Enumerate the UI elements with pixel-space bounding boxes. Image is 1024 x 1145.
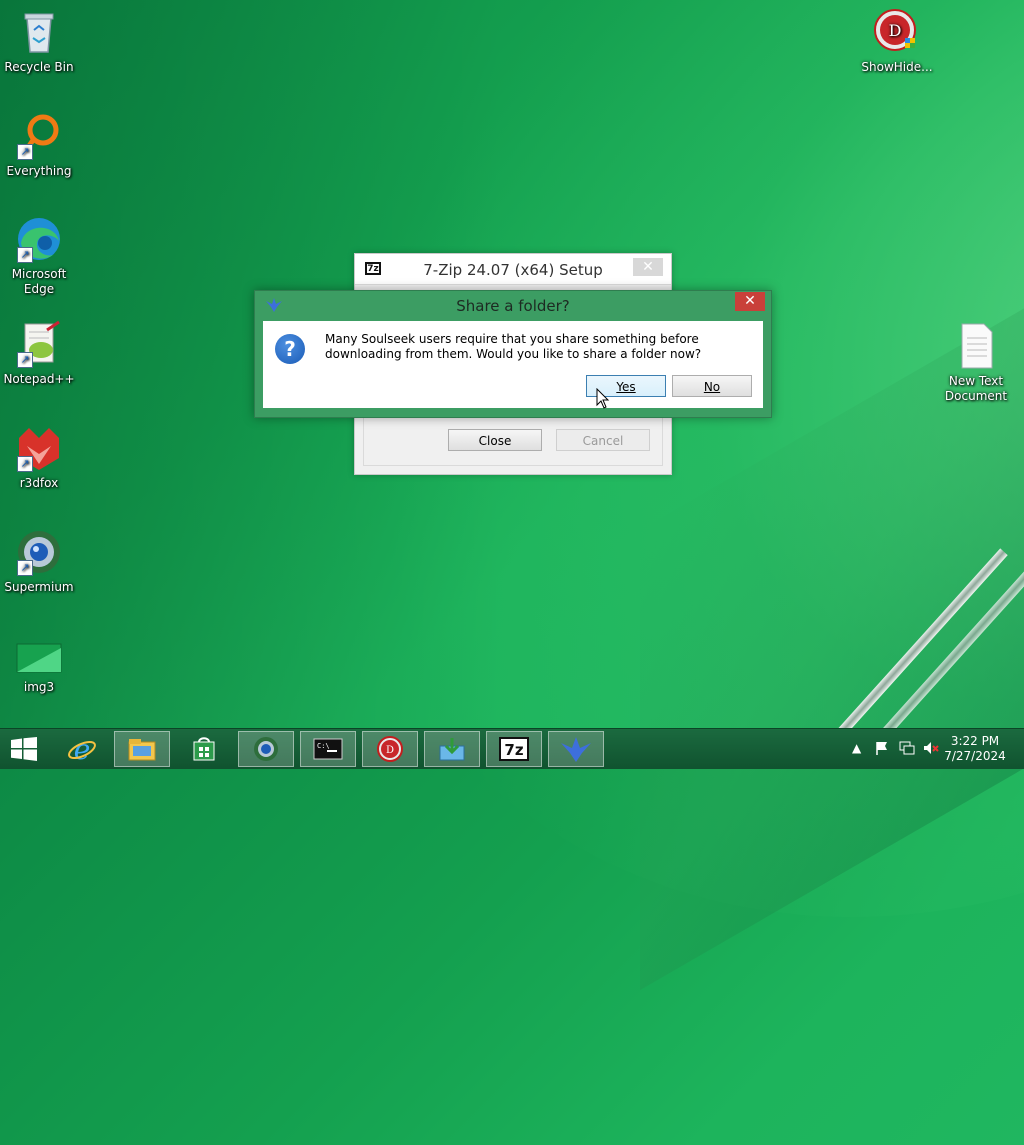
taskbar-7zip[interactable]: 7z <box>486 731 542 767</box>
system-clock[interactable]: 3:22 PM 7/27/2024 <box>940 734 1010 764</box>
desktop-icon-microsoft-edge[interactable]: ↗ Microsoft Edge <box>1 215 77 297</box>
command-prompt-icon: C:\ <box>313 738 343 760</box>
taskbar-soulseek[interactable] <box>548 731 604 767</box>
shortcut-arrow-icon: ↗ <box>17 144 33 160</box>
desktop-icon-label: Recycle Bin <box>4 60 74 74</box>
everything-icon: ↗ <box>15 112 63 160</box>
shortcut-arrow-icon: ↗ <box>17 560 33 576</box>
7zip-cancel-button[interactable]: Cancel <box>556 429 650 451</box>
taskbar-store[interactable] <box>176 731 232 767</box>
dialog-close-icon[interactable]: ✕ <box>735 292 765 311</box>
recycle-bin-icon <box>15 8 63 56</box>
desktop-icon-img3[interactable]: img3 <box>1 640 77 695</box>
yes-button-label: Yes <box>616 380 636 394</box>
desktop-icon-label: Notepad++ <box>3 372 75 386</box>
action-center-flag-icon[interactable] <box>874 740 890 759</box>
taskbar-file-explorer[interactable] <box>114 731 170 767</box>
share-folder-dialog[interactable]: Share a folder? ✕ ? Many Soulseek users … <box>254 290 772 418</box>
shortcut-arrow-icon: ↗ <box>17 456 33 472</box>
network-icon[interactable] <box>898 740 916 759</box>
desktop-icon-label: Everything <box>6 164 72 178</box>
svg-text:D: D <box>889 21 902 40</box>
desktop-icon-notepad-plus-plus[interactable]: ↗ Notepad++ <box>1 320 77 387</box>
question-icon: ? <box>275 334 305 364</box>
svg-text:C:\: C:\ <box>317 742 330 750</box>
no-button-label: No <box>703 380 721 394</box>
notepad-plus-plus-icon: ↗ <box>15 320 63 368</box>
dialog-message: Many Soulseek users require that you sha… <box>325 332 702 361</box>
7zip-close-button[interactable]: Close <box>448 429 542 451</box>
volume-muted-icon[interactable] <box>922 740 940 759</box>
svg-text:D: D <box>386 745 394 756</box>
desktop-icon-label: img3 <box>23 680 55 694</box>
download-icon <box>439 738 465 761</box>
desktop-icon-recycle-bin[interactable]: Recycle Bin <box>1 8 77 75</box>
file-explorer-icon <box>128 739 156 761</box>
r3dfox-icon: ↗ <box>15 424 63 472</box>
desktop-icon-everything[interactable]: ↗ Everything <box>1 112 77 179</box>
desktop-icon-label: ShowHide... <box>861 60 933 74</box>
7zip-close-icon[interactable]: ✕ <box>633 258 663 276</box>
text-document-icon <box>952 322 1000 370</box>
svg-text:7z: 7z <box>504 741 523 759</box>
showhide-icon: D <box>377 736 403 762</box>
taskbar: e C:\ D 7z ▲ 3:22 PM 7/27/2024 <box>0 728 1024 769</box>
desktop-icon-label: New Text Document <box>944 374 1008 403</box>
windows-logo-icon <box>11 737 37 761</box>
desktop-icon-label: Microsoft Edge <box>11 267 67 296</box>
taskbar-supermium[interactable] <box>238 731 294 767</box>
showhide-icon: D <box>873 8 921 56</box>
svg-text:e: e <box>74 734 91 764</box>
shortcut-arrow-icon: ↗ <box>17 247 33 263</box>
supermium-icon <box>254 737 278 761</box>
taskbar-showhide[interactable]: D <box>362 731 418 767</box>
desktop-icon-label: Supermium <box>4 580 74 594</box>
store-icon <box>193 737 215 761</box>
dialog-body: ? Many Soulseek users require that you s… <box>263 321 763 408</box>
supermium-icon: ↗ <box>15 528 63 576</box>
tray-overflow-chevron-icon[interactable]: ▲ <box>852 741 861 755</box>
taskbar-command-prompt[interactable]: C:\ <box>300 731 356 767</box>
no-button[interactable]: No <box>672 375 752 397</box>
desktop-icon-r3dfox[interactable]: ↗ r3dfox <box>1 424 77 491</box>
desktop-icon-label: r3dfox <box>19 476 59 490</box>
internet-explorer-icon: e <box>68 734 96 764</box>
start-button[interactable] <box>10 737 38 765</box>
image-file-icon <box>15 640 63 676</box>
7zip-title-bar[interactable]: 7z 7-Zip 24.07 (x64) Setup ✕ <box>355 254 671 285</box>
clock-date: 7/27/2024 <box>944 749 1006 763</box>
7zip-icon: 7z <box>499 737 529 761</box>
taskbar-download[interactable] <box>424 731 480 767</box>
taskbar-internet-explorer[interactable]: e <box>54 731 110 767</box>
edge-icon: ↗ <box>15 215 63 263</box>
dialog-title: Share a folder? <box>456 297 570 315</box>
7zip-window-title: 7-Zip 24.07 (x64) Setup <box>423 261 603 279</box>
desktop-icon-showhide[interactable]: D ShowHide... <box>858 8 936 75</box>
shortcut-arrow-icon: ↗ <box>17 352 33 368</box>
soulseek-icon <box>561 737 591 762</box>
desktop-icon-new-text-document[interactable]: New Text Document <box>937 322 1015 404</box>
clock-time: 3:22 PM <box>950 734 1000 748</box>
desktop-icon-supermium[interactable]: ↗ Supermium <box>1 528 77 595</box>
